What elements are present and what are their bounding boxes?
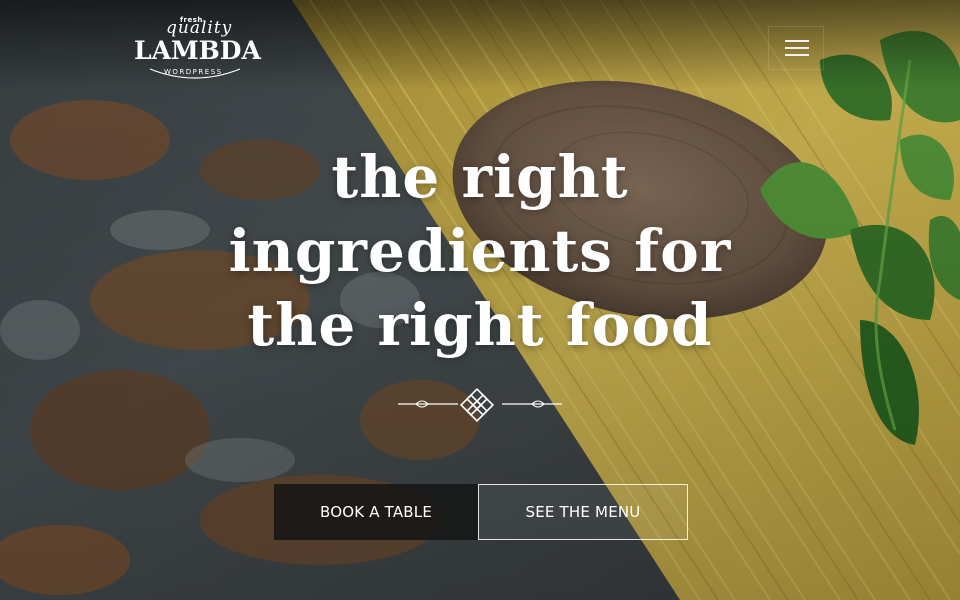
see-the-menu-button[interactable]: SEE THE MENU bbox=[478, 484, 688, 540]
hamburger-menu-button[interactable] bbox=[768, 26, 824, 70]
hamburger-icon-bar bbox=[785, 54, 809, 56]
hamburger-icon-bar bbox=[785, 47, 809, 49]
book-a-table-button[interactable]: BOOK A TABLE bbox=[274, 484, 478, 540]
hero-headline: the right ingredients for the right food bbox=[180, 140, 780, 362]
hamburger-icon bbox=[785, 40, 809, 42]
ornament-divider-icon bbox=[398, 387, 562, 422]
logo-script-text: quality bbox=[166, 18, 233, 38]
site-logo[interactable]: fresh quality LAMBDA WORDPRESS bbox=[130, 10, 261, 82]
headline-line: the right bbox=[331, 143, 629, 211]
logo-brand-name: LAMBDA bbox=[134, 36, 261, 65]
headline-line: ingredients for bbox=[228, 217, 732, 285]
logo-sub-text: WORDPRESS bbox=[164, 68, 223, 76]
hero-section: fresh quality LAMBDA WORDPRESS the right… bbox=[0, 0, 960, 600]
headline-line: the right food bbox=[247, 291, 713, 359]
